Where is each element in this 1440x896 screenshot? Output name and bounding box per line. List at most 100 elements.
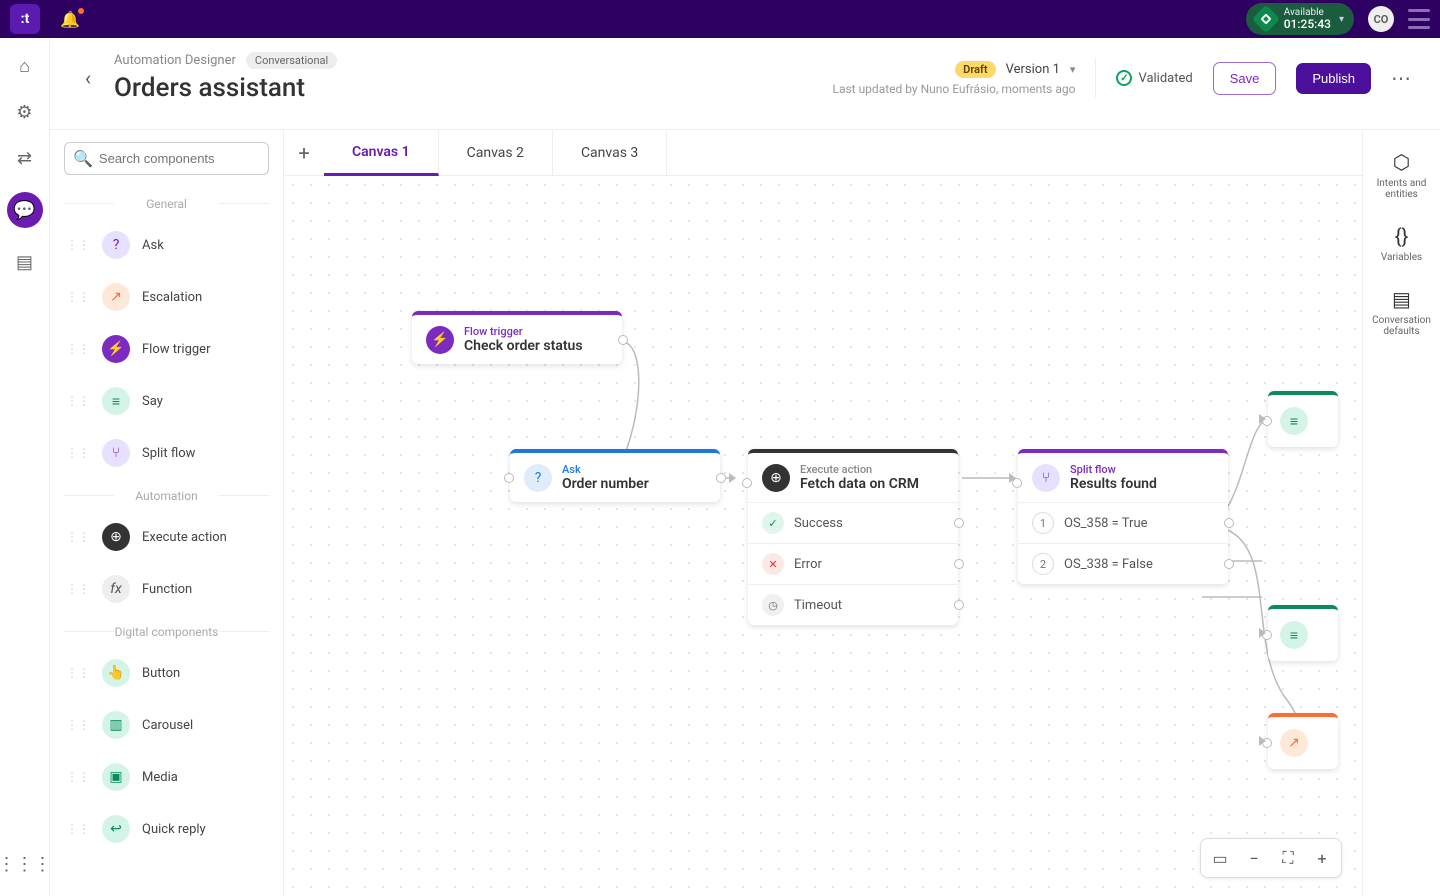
- book-icon[interactable]: ▤: [13, 250, 37, 274]
- last-updated: Last updated by Nuno Eufrásio, moments a…: [832, 82, 1075, 96]
- check-icon: ✓: [762, 512, 784, 534]
- node-execute-action[interactable]: ⊕ Execute action Fetch data on CRM ✓Succ…: [748, 449, 958, 625]
- publish-button[interactable]: Publish: [1296, 63, 1371, 94]
- component-say[interactable]: ⋮⋮≡Say: [50, 375, 283, 427]
- flow-trigger-icon: ⚡: [102, 335, 130, 363]
- canvas[interactable]: ⚡ Flow trigger Check order status ? Ask …: [284, 176, 1362, 896]
- component-function[interactable]: ⋮⋮fxFunction: [50, 563, 283, 615]
- notifications-icon[interactable]: 🔔: [60, 10, 80, 29]
- execute-action-icon: ⊕: [102, 523, 130, 551]
- status-time: 01:25:43: [1284, 18, 1331, 31]
- add-tab-button[interactable]: +: [284, 141, 324, 165]
- component-quick-reply[interactable]: ⋮⋮↩Quick reply: [50, 803, 283, 855]
- component-escalation[interactable]: ⋮⋮↗Escalation: [50, 271, 283, 323]
- output-port[interactable]: [618, 335, 628, 345]
- fit-screen-icon[interactable]: ▭: [1205, 843, 1235, 873]
- clock-icon: ◷: [762, 594, 784, 616]
- output-port[interactable]: [1224, 559, 1234, 569]
- apps-grid-icon[interactable]: ⋮⋮⋮: [13, 852, 37, 876]
- arrow-icon: [1259, 628, 1266, 638]
- component-execute-action[interactable]: ⋮⋮⊕Execute action: [50, 511, 283, 563]
- zoom-in-icon[interactable]: +: [1307, 843, 1337, 873]
- component-media[interactable]: ⋮⋮▣Media: [50, 751, 283, 803]
- page-title: Orders assistant: [114, 73, 337, 103]
- output-port[interactable]: [954, 600, 964, 610]
- button-icon: 👆: [102, 659, 130, 687]
- variables-button[interactable]: {}Variables: [1381, 224, 1422, 263]
- output-error[interactable]: ✕Error: [748, 543, 958, 584]
- node-name: Results found: [1070, 476, 1157, 492]
- chevron-down-icon[interactable]: ▾: [1070, 63, 1076, 76]
- search-box[interactable]: 🔍: [64, 142, 269, 175]
- search-icon: 🔍: [73, 149, 93, 168]
- input-port[interactable]: [504, 473, 514, 483]
- output-success[interactable]: ✓Success: [748, 502, 958, 543]
- output-port[interactable]: [1224, 518, 1234, 528]
- input-port[interactable]: [1012, 478, 1022, 488]
- intents-button[interactable]: ⬡Intents and entities: [1363, 150, 1440, 200]
- toggle-panel-icon[interactable]: [1408, 9, 1430, 29]
- carousel-icon: ▥: [102, 711, 130, 739]
- search-input[interactable]: [99, 151, 260, 166]
- output-timeout[interactable]: ◷Timeout: [748, 584, 958, 625]
- execute-action-icon: ⊕: [762, 464, 790, 492]
- flow-trigger-icon: ⚡: [426, 326, 454, 354]
- output-port[interactable]: [716, 473, 726, 483]
- breadcrumb[interactable]: Automation Designer: [114, 53, 236, 68]
- draft-badge: Draft: [955, 61, 995, 78]
- defaults-icon: ▤: [1392, 287, 1411, 311]
- chevron-down-icon: ▾: [1339, 14, 1344, 25]
- arrow-icon: [729, 473, 736, 483]
- status-label: Available: [1284, 7, 1331, 18]
- branch-2[interactable]: 2OS_338 = False: [1018, 543, 1228, 584]
- node-flow-trigger[interactable]: ⚡ Flow trigger Check order status: [412, 311, 622, 364]
- type-badge: Conversational: [246, 52, 337, 69]
- variables-icon: {}: [1395, 224, 1409, 248]
- node-say-1[interactable]: ≡: [1268, 391, 1338, 447]
- canvas-controls: ▭ − ⛶ +: [1200, 838, 1342, 878]
- say-icon: ≡: [1280, 407, 1308, 435]
- section-digital: Digital components: [50, 615, 283, 647]
- save-button[interactable]: Save: [1213, 62, 1277, 95]
- topbar: :t 🔔 Available 01:25:43 ▾ CO: [0, 0, 1440, 38]
- say-icon: ≡: [1280, 621, 1308, 649]
- ask-icon: ?: [102, 231, 130, 259]
- tab-canvas-3[interactable]: Canvas 3: [553, 130, 667, 176]
- branch-1[interactable]: 1OS_358 = True: [1018, 502, 1228, 543]
- avatar[interactable]: CO: [1368, 6, 1394, 32]
- intents-icon: ⬡: [1393, 150, 1410, 174]
- node-escalation[interactable]: ↗: [1268, 713, 1338, 769]
- app-logo[interactable]: :t: [10, 4, 40, 34]
- check-icon: ✓: [1116, 70, 1132, 86]
- output-port[interactable]: [954, 559, 964, 569]
- zoom-out-icon[interactable]: −: [1239, 843, 1269, 873]
- more-icon[interactable]: ⋯: [1391, 66, 1412, 90]
- component-ask[interactable]: ⋮⋮?Ask: [50, 219, 283, 271]
- component-carousel[interactable]: ⋮⋮▥Carousel: [50, 699, 283, 751]
- quick-reply-icon: ↩: [102, 815, 130, 843]
- arrow-icon: [1259, 736, 1266, 746]
- back-icon[interactable]: ‹: [78, 68, 98, 88]
- gear-icon[interactable]: ⚙: [13, 100, 37, 124]
- component-flow-trigger[interactable]: ⋮⋮⚡Flow trigger: [50, 323, 283, 375]
- fullscreen-icon[interactable]: ⛶: [1273, 843, 1303, 873]
- divider: [1095, 58, 1096, 98]
- home-icon[interactable]: ⌂: [13, 54, 37, 78]
- validation-status: ✓ Validated: [1116, 70, 1192, 86]
- node-say-2[interactable]: ≡: [1268, 605, 1338, 661]
- node-split-flow[interactable]: ⑂ Split flow Results found 1OS_358 = Tru…: [1018, 449, 1228, 584]
- conversation-icon[interactable]: 💬: [7, 192, 43, 228]
- canvas-tabs: + Canvas 1 Canvas 2 Canvas 3: [284, 130, 1362, 176]
- section-automation: Automation: [50, 479, 283, 511]
- node-ask[interactable]: ? Ask Order number: [510, 449, 720, 502]
- version-label[interactable]: Version 1: [1006, 62, 1060, 77]
- tab-canvas-2[interactable]: Canvas 2: [439, 130, 553, 176]
- component-button[interactable]: ⋮⋮👆Button: [50, 647, 283, 699]
- input-port[interactable]: [742, 478, 752, 488]
- component-split-flow[interactable]: ⋮⋮⑂Split flow: [50, 427, 283, 479]
- output-port[interactable]: [954, 518, 964, 528]
- availability-status[interactable]: Available 01:25:43 ▾: [1246, 3, 1354, 35]
- defaults-button[interactable]: ▤Conversation defaults: [1363, 287, 1440, 337]
- flows-icon[interactable]: ⇄: [13, 146, 37, 170]
- tab-canvas-1[interactable]: Canvas 1: [324, 130, 439, 176]
